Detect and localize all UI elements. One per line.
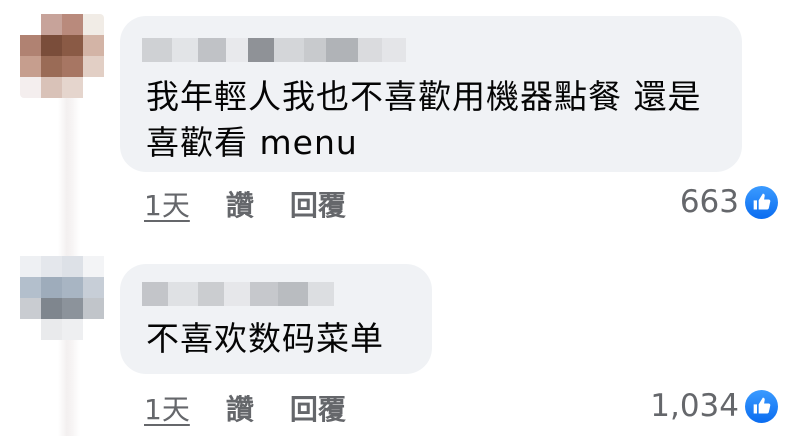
avatar[interactable] [20,256,104,340]
reaction-count: 1,034 [650,388,739,424]
commenter-name-blurred[interactable] [142,282,334,306]
reaction-summary[interactable]: 663 [680,184,778,220]
comment-text: 我年輕人我也不喜歡用機器點餐 還是喜歡看 menu [146,77,702,162]
comment-timestamp[interactable]: 1天 [144,388,190,428]
reaction-summary[interactable]: 1,034 [650,388,778,424]
comment-actions: 1天 讚 回覆 [144,388,346,428]
thumbs-up-icon [745,389,778,423]
thumbs-up-icon [745,185,778,219]
like-button[interactable]: 讚 [226,184,254,224]
commenter-name-blurred[interactable] [142,38,406,62]
comment-bubble: 不喜欢数码菜单 [120,264,432,374]
comment-text: 不喜欢数码菜单 [146,319,384,358]
reply-button[interactable]: 回覆 [290,388,346,428]
comment-timestamp[interactable]: 1天 [144,184,190,224]
comment-actions: 1天 讚 回覆 [144,184,346,224]
like-button[interactable]: 讚 [226,388,254,428]
avatar[interactable] [20,14,104,98]
reaction-count: 663 [679,184,739,220]
comment-bubble: 我年輕人我也不喜歡用機器點餐 還是喜歡看 menu [120,16,742,172]
comment-thread: 我年輕人我也不喜歡用機器點餐 還是喜歡看 menu 1天 讚 回覆 663 不喜… [0,0,800,436]
reply-button[interactable]: 回覆 [290,184,346,224]
